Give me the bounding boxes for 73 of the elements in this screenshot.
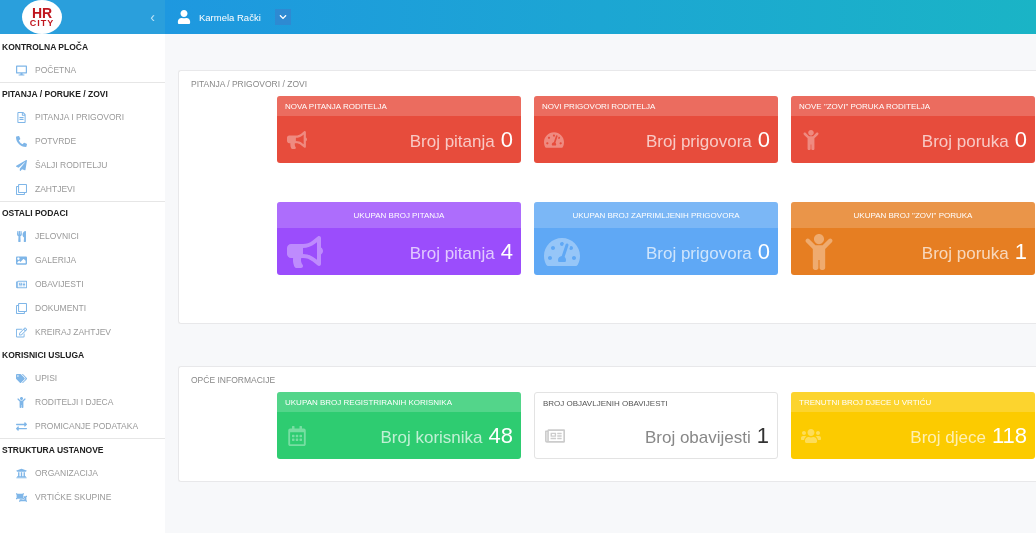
user-name[interactable]: Karmela Rački [199,11,261,23]
sidebar-item[interactable]: DOKUMENTI [0,296,165,320]
sidebar-item[interactable]: OBAVIJESTI [0,272,165,296]
user-menu-button[interactable] [274,9,291,25]
count-value: 4 [500,238,513,265]
megaphone-icon [287,233,323,270]
copy-icon [16,302,27,314]
phone-icon [16,135,27,147]
image-icon [16,254,27,266]
chevron-down-icon [278,13,287,21]
count-label: Broj poruka [921,243,1009,264]
sidebar-item[interactable]: VRTIĆKE SKUPINE [0,485,165,509]
sidebar-item[interactable]: POTVRDE [0,129,165,153]
sidebar-item[interactable]: UPISI [0,366,165,390]
card-title: UKUPAN BROJ "ZOVI" PORUKA [791,202,1035,228]
count-label: Broj pitanja [409,131,495,152]
monitor-icon [16,64,27,76]
card-title: UKUPAN BROJ ZAPRIMLJENIH PRIGOVORA [534,202,778,228]
child-icon [16,396,27,408]
calendar-icon [287,425,307,446]
card-title: BROJ OBJAVLJENIH OBAVIJESTI [542,397,669,410]
count-value: 1 [756,422,769,449]
newspaper-icon [16,278,27,290]
count-value: 0 [757,238,770,265]
sidebar-item[interactable]: JELOVNICI [0,224,165,248]
edit-icon [16,326,27,338]
sidebar-heading: KONTROLNA PLOČA [1,40,90,54]
count-value: 1 [1014,238,1027,265]
sidebar-item[interactable]: ZAHTJEVI [0,177,165,202]
user-icon [177,10,191,24]
count-label: Broj prigovora [645,243,752,264]
document-icon [16,111,27,123]
child-icon [801,129,821,150]
count-value: 0 [1014,126,1027,153]
sidebar-heading: OSTALI PODACI [1,207,69,220]
megaphone-icon [287,129,307,150]
card-title: UKUPAN BROJ PITANJA [277,202,521,228]
cutlery-icon [16,230,27,242]
sidebar-item[interactable]: KREIRAJ ZAHTJEV [0,320,165,344]
sidebar-heading: KORISNICI USLUGA [1,349,86,362]
card-title: TRENUTNI BROJ DJECE U VRTIĆU [791,392,1035,412]
sidebar-item[interactable]: POČETNA [0,58,165,83]
sidebar-heading: PITANJA / PORUKE / ZOVI [1,88,109,101]
count-label: Broj djece [910,427,986,448]
panel-title: OPĆE INFORMACIJE [191,375,277,385]
sidebar-item[interactable]: ŠALJI RODITELJU [0,153,165,177]
count-label: Broj korisnika [380,427,483,448]
count-label: Broj poruka [921,131,1009,152]
count-label: Broj prigovora [645,131,752,152]
count-value: 0 [757,126,770,153]
card-title: NOVE "ZOVI" PORUKA RODITELJA [791,96,1035,116]
card-title: UKUPAN BROJ REGISTRIRANIH KORISNIKA [277,392,521,412]
sidebar-item[interactable]: PROMICANJE PODATAKA [0,414,165,439]
count-value: 0 [500,126,513,153]
sidebar-item[interactable]: GALERIJA [0,248,165,272]
copy-icon [16,183,27,195]
panel-title: PITANJA / PRIGOVORI / ZOVI [191,79,309,89]
count-value: 118 [991,422,1027,449]
count-value: 48 [488,422,513,449]
tag-icon [16,372,27,384]
card-title: NOVA PITANJA RODITELJA [277,96,521,116]
count-label: Broj obavijesti [644,427,751,448]
bank-icon [16,467,27,479]
collapse-toggle[interactable]: ‹ [150,9,155,25]
card-title: NOVI PRIGOVORI RODITELJA [534,96,778,116]
gauge-icon [544,129,564,150]
exchange-icon [16,420,27,432]
count-label: Broj pitanja [409,243,495,264]
sidebar-item[interactable]: PITANJA I PRIGOVORI [0,105,165,129]
sidebar-heading: STRUKTURA USTANOVE [1,444,105,457]
sidebar-item[interactable]: ORGANIZACIJA [0,461,165,485]
logo: HR CITY [22,0,62,34]
paper-plane-icon [16,159,27,171]
